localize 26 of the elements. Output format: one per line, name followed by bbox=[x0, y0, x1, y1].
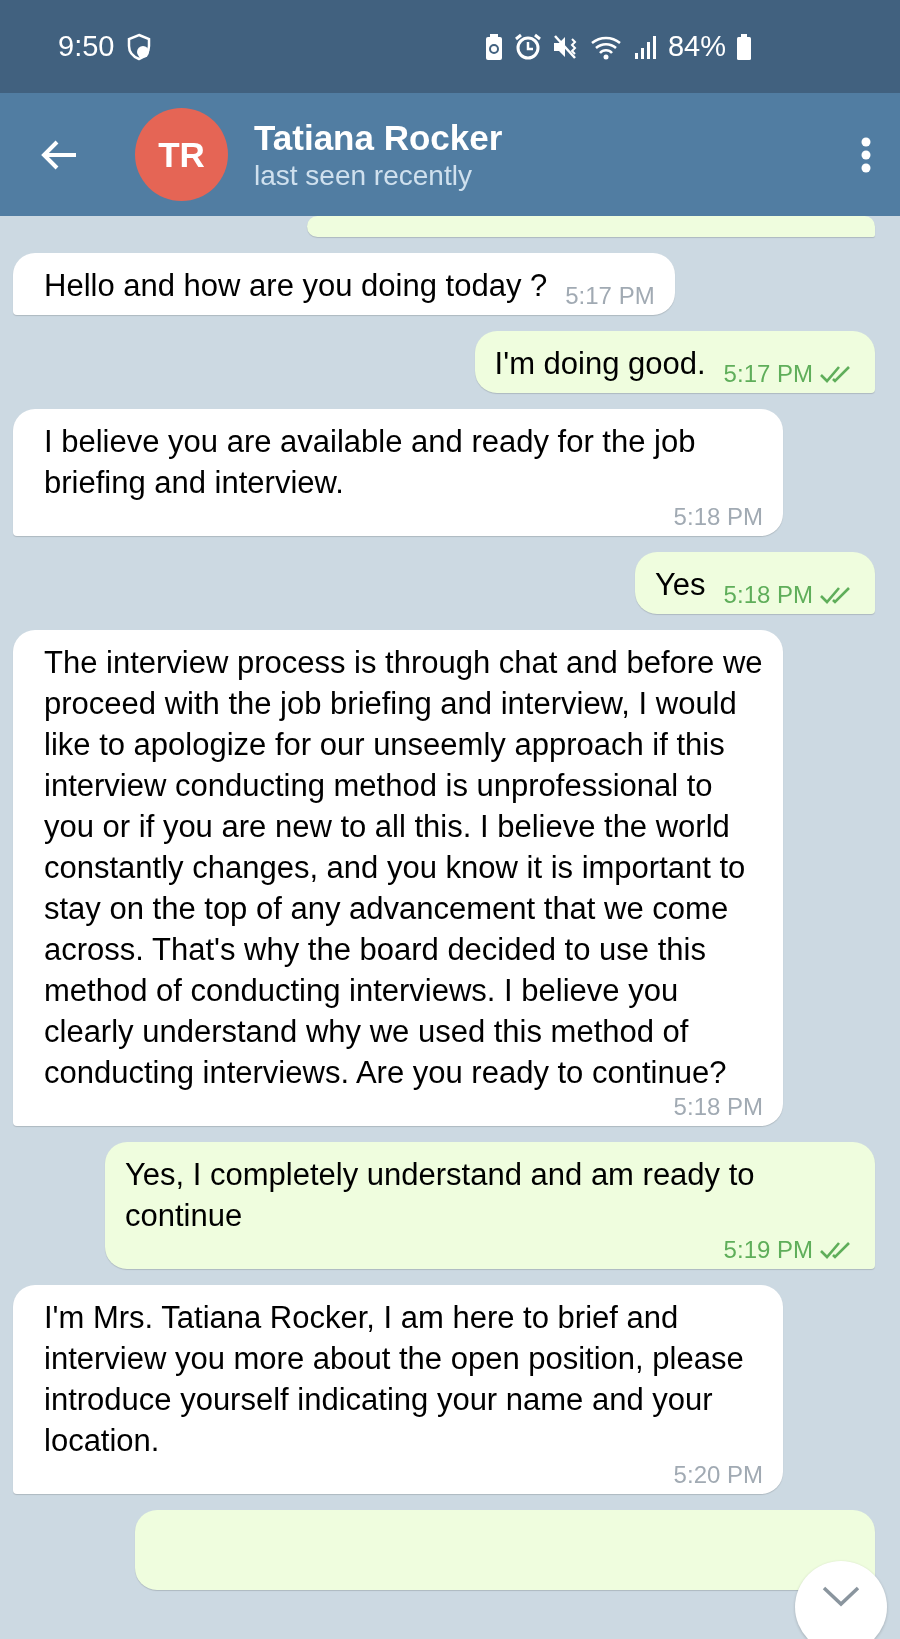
message-text: I'm Mrs. Tatiana Rocker, I am here to brief and interview you more about the open position, please introduce yourself indicating your name and your location. bbox=[44, 1299, 745, 1460]
message-text: Hello and how are you doing today ? bbox=[44, 267, 548, 305]
message-text: I believe you are available and ready for the job briefing and interview. bbox=[44, 423, 697, 502]
message-time: 5:18 PM bbox=[673, 1093, 763, 1121]
message-time: 5:19 PM bbox=[723, 1236, 813, 1264]
message-text: Yes, I completely understand and am ready to continue bbox=[125, 1156, 756, 1235]
message-time: 5:18 PM bbox=[723, 581, 813, 609]
shield-icon bbox=[126, 32, 153, 61]
message-time: 5:18 PM bbox=[673, 503, 763, 531]
message-text: I'm doing good. bbox=[494, 345, 706, 383]
more-options-icon[interactable] bbox=[860, 136, 872, 173]
last-seen-status: last seen recently bbox=[254, 158, 473, 193]
message-time: 5:17 PM bbox=[723, 360, 813, 388]
battery-saver-icon bbox=[483, 32, 504, 61]
alarm-icon bbox=[513, 32, 542, 61]
message-text: Yes bbox=[655, 566, 706, 604]
message-time: 5:17 PM bbox=[565, 282, 655, 310]
back-arrow-icon[interactable] bbox=[40, 138, 78, 171]
avatar[interactable]: TR bbox=[135, 108, 228, 201]
message-time: 5:20 PM bbox=[673, 1461, 763, 1489]
chevron-down-icon bbox=[821, 1585, 861, 1607]
contact-name[interactable]: Tatiana Rocker bbox=[254, 116, 860, 159]
clock-time: 9:50 bbox=[58, 30, 115, 63]
battery-icon bbox=[736, 32, 752, 61]
battery-percentage: 84% bbox=[667, 30, 726, 63]
message-text: The interview process is through chat and before we proceed with the job briefing and interview, I would like to apologize for our unseemly approach if this interview conducting method is unprofessional to you or if you are new to all this. I believe the world constantly changes, and you know it is important to stay on the top of any advancement that we come across. That's why the board decided to use this method of conducting interviews. I believe you clearly understand why we used this method of conducting interviews. Are you ready to continue? bbox=[44, 644, 763, 1092]
